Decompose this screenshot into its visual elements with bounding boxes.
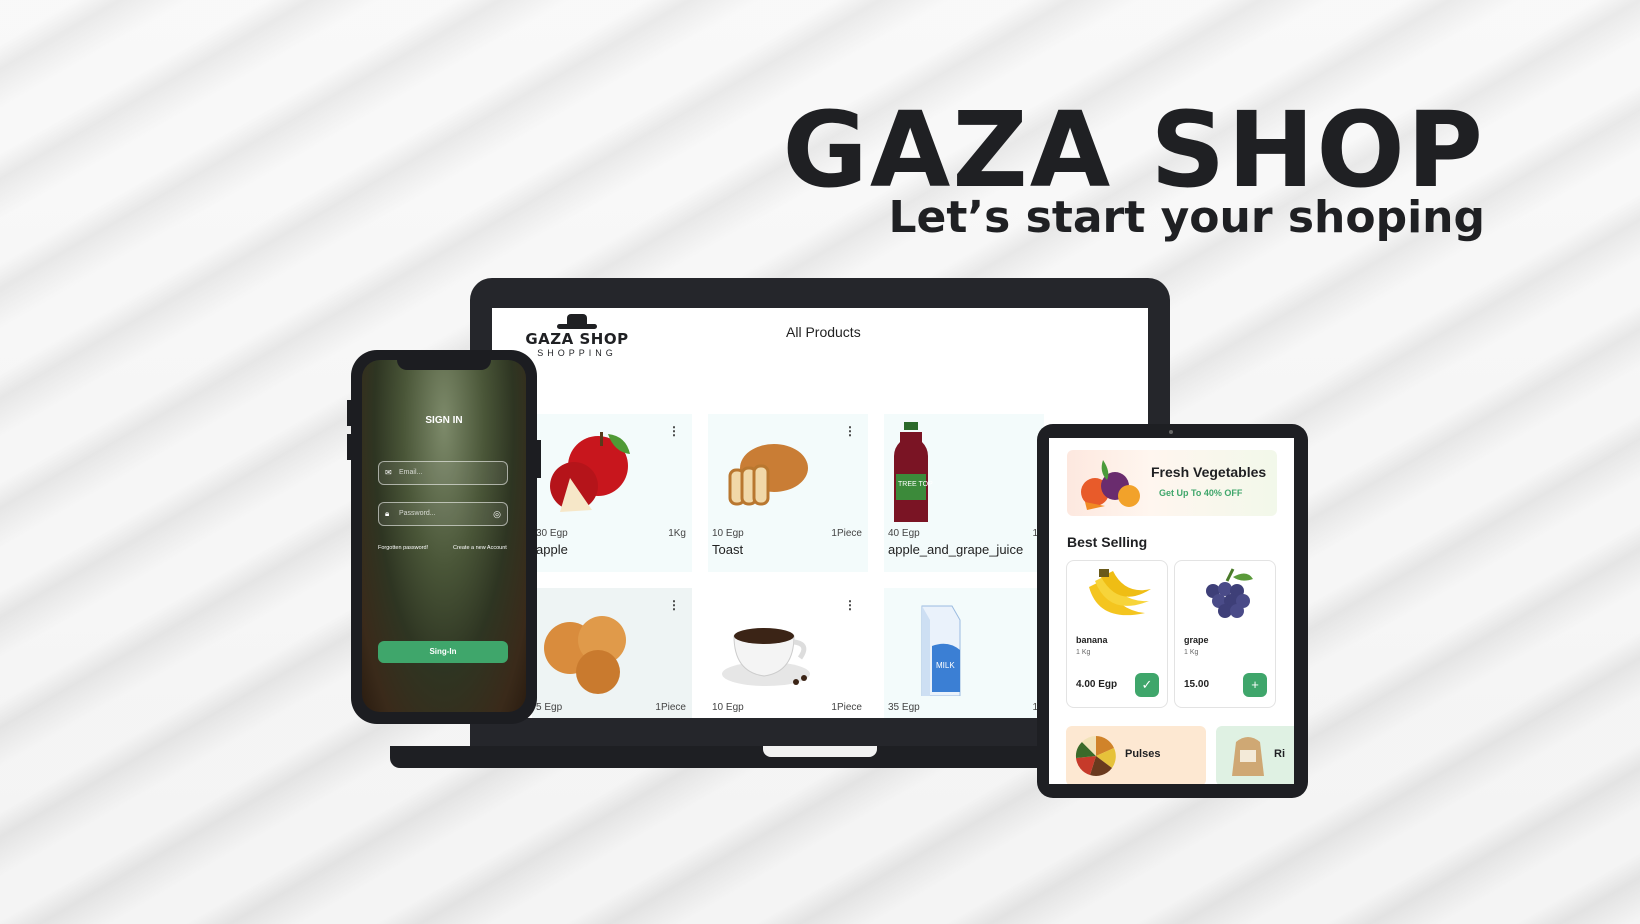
camera-icon (1169, 430, 1173, 434)
page-title: All Products (786, 324, 861, 340)
product-price: 35 Egp (888, 702, 920, 713)
signin-button[interactable]: Sing-In (378, 641, 508, 663)
mail-icon: ✉ (385, 468, 392, 477)
product-quantity: 1 Kg (1076, 649, 1091, 656)
phone-power-button (537, 440, 541, 478)
check-icon[interactable]: ✓ (1135, 673, 1159, 697)
product-name: Toast (712, 542, 744, 557)
email-placeholder: Email... (399, 469, 423, 476)
more-options-icon[interactable]: ⋮ (668, 424, 680, 438)
pulses-image (1075, 736, 1116, 776)
grape-image (1206, 568, 1253, 618)
logo-tagline: SHOPPING (537, 348, 617, 358)
lock-icon: 🔒︎ (385, 509, 390, 518)
buns-image (544, 616, 626, 694)
product-unit: 1Piece (831, 528, 862, 539)
product-price: 10 Egp (712, 702, 744, 713)
product-price: 40 Egp (888, 528, 920, 539)
product-card[interactable]: ⋮ 30 Egp 1Kg apple (532, 414, 692, 572)
signin-title: SIGN IN (425, 415, 463, 426)
create-account-link[interactable]: Create a new Account (453, 545, 507, 551)
product-price: 5 Egp (536, 702, 563, 713)
svg-text:TREE TOP: TREE TOP (898, 481, 933, 488)
product-name: banana (1076, 635, 1108, 645)
password-placeholder: Password... (399, 510, 436, 517)
category-label: Pulses (1125, 748, 1161, 760)
tablet-screen: Fresh Vegetables Get Up To 40% OFF Best … (1049, 438, 1294, 784)
hat-icon (557, 314, 597, 330)
phone-notch (397, 356, 491, 370)
banana-image (1089, 569, 1151, 616)
best-selling-card[interactable]: grape 1 Kg 15.00 + (1174, 560, 1276, 708)
product-price: 4.00 Egp (1076, 679, 1118, 690)
more-options-icon[interactable]: ⋮ (844, 598, 856, 612)
vegetables-image (1081, 460, 1140, 510)
product-card[interactable]: ⋮ 5 Egp 1Piece (532, 588, 692, 718)
product-unit: 1Piece (655, 702, 686, 713)
product-price: 15.00 (1184, 679, 1210, 690)
product-card[interactable]: ⋮ 10 Egp 1Piece Toast (708, 414, 868, 572)
product-quantity: 1 Kg (1184, 649, 1199, 656)
product-grid: ⋮ 30 Egp 1Kg apple ⋮ 10 Egp 1Piece Toast (532, 414, 1044, 718)
more-options-icon[interactable]: ⋮ (668, 598, 680, 612)
phone-screen: SIGN IN ✉ Email... 🔒︎ Password... ◎ Forg… (362, 360, 526, 712)
eye-off-icon[interactable]: ◎ (493, 503, 501, 525)
milk-carton-image: MILK (921, 605, 961, 696)
product-name: apple_and_grape_juice (888, 542, 1024, 557)
product-price: 30 Egp (536, 528, 568, 539)
laptop-trackpad-notch (763, 746, 877, 757)
forgot-password-link[interactable]: Forgotten password! (378, 545, 428, 551)
toast-image (728, 444, 808, 506)
product-price: 10 Egp (712, 528, 744, 539)
best-selling-card[interactable]: banana 1 Kg 4.00 Egp ✓ (1066, 560, 1168, 708)
product-card[interactable]: MILK 35 Egp 1 (884, 588, 1044, 718)
apple-image (550, 432, 630, 512)
add-icon[interactable]: + (1243, 673, 1267, 697)
product-name: apple (536, 542, 568, 557)
hero-title: GAZA SHOP (782, 89, 1485, 211)
gaza-shop-logo[interactable]: GAZA SHOP SHOPPING (522, 314, 632, 358)
product-card[interactable]: TREE TOP 40 Egp 1 apple_and_grape_juice (884, 414, 1044, 572)
category-label: Ri (1274, 748, 1285, 760)
email-field[interactable]: ✉ Email... (378, 461, 508, 485)
product-name: grape (1184, 635, 1209, 645)
rice-sack-image (1232, 737, 1264, 776)
coffee-cup-image (722, 628, 810, 686)
password-field[interactable]: 🔒︎ Password... ◎ (378, 502, 508, 526)
promo-banner[interactable]: Fresh Vegetables Get Up To 40% OFF (1067, 450, 1277, 516)
more-options-icon[interactable]: ⋮ (844, 424, 856, 438)
juice-bottle-image: TREE TOP (894, 422, 933, 522)
banner-title: Fresh Vegetables (1151, 464, 1267, 480)
best-selling-heading: Best Selling (1067, 534, 1148, 550)
svg-text:MILK: MILK (936, 661, 955, 670)
category-rice[interactable]: Ri (1216, 726, 1294, 784)
product-unit: 1Piece (831, 702, 862, 713)
product-unit: 1Kg (668, 528, 686, 539)
banner-subtitle: Get Up To 40% OFF (1159, 488, 1243, 498)
hero-subtitle: Let’s start your shoping (888, 192, 1486, 243)
logo-name: GAZA SHOP (525, 330, 629, 348)
category-pulses[interactable]: Pulses (1066, 726, 1206, 784)
product-card[interactable]: ⋮ 10 Egp 1Piece (708, 588, 868, 718)
